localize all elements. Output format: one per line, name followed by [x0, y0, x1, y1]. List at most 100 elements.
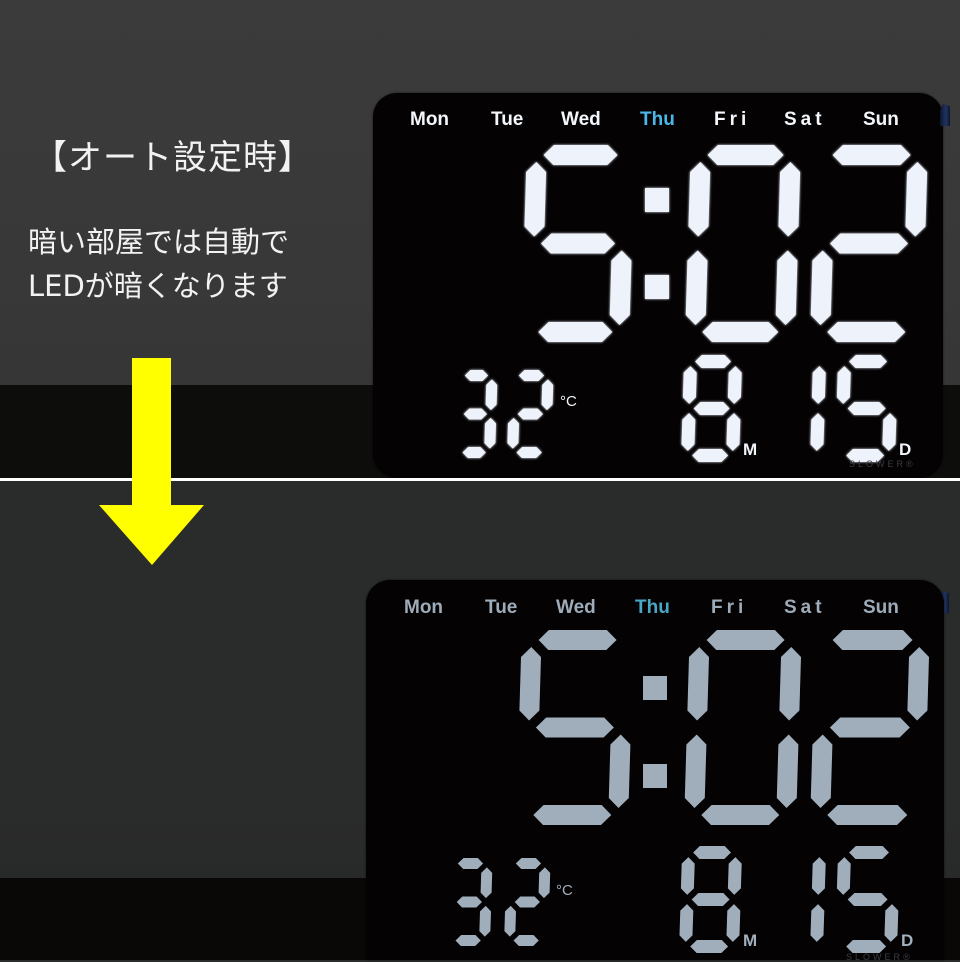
- segment-d: [692, 449, 729, 462]
- colon-dot-upper: [645, 188, 669, 212]
- segment-a: [543, 145, 618, 165]
- segment-g: [535, 717, 614, 738]
- segment-f: [680, 857, 695, 895]
- segment-g: [517, 408, 543, 420]
- day-unit: D: [899, 440, 912, 459]
- temperature-digit: [504, 858, 551, 946]
- day-digit: [836, 846, 899, 953]
- segment-a: [695, 355, 731, 368]
- segment-e: [681, 413, 696, 451]
- segment-a: [707, 145, 784, 165]
- segment-d: [533, 805, 612, 825]
- segment-d: [513, 935, 539, 946]
- segment-e: [507, 417, 519, 449]
- segment-c: [776, 734, 799, 808]
- segment-a: [518, 370, 545, 381]
- colon-dot-lower: [645, 275, 669, 299]
- colon-dot-upper: [643, 676, 667, 700]
- caption-line: 暗い部屋では自動で: [28, 225, 290, 259]
- segment-e: [810, 734, 833, 808]
- segment-c: [810, 904, 825, 942]
- month-digit: [681, 355, 742, 462]
- segment-e: [504, 905, 516, 937]
- colon-dot-lower: [643, 764, 667, 788]
- segment-e: [679, 904, 694, 942]
- segment-c: [726, 904, 741, 942]
- segment-g: [693, 402, 730, 415]
- month-unit: M: [743, 931, 758, 950]
- segment-f: [682, 366, 697, 404]
- hour-digit: [524, 145, 632, 342]
- minute-digit: [684, 630, 801, 825]
- segment-d: [827, 805, 908, 825]
- brand-logo: SLOWER®: [846, 952, 913, 962]
- hour-digit: [519, 630, 631, 825]
- minute-digit: [685, 145, 801, 342]
- segment-b: [905, 162, 928, 237]
- led-clock-dimmed: Mon Tue Wed Thu Fri Sat Sun °C M D SLOWER®: [366, 580, 944, 962]
- segment-c: [884, 904, 899, 942]
- segment-d: [538, 322, 613, 342]
- month-digit: [679, 846, 742, 953]
- segment-e: [810, 250, 833, 325]
- segment-c: [775, 250, 798, 325]
- segment-a: [849, 355, 887, 368]
- segment-b: [480, 867, 493, 899]
- segment-e: [685, 250, 708, 325]
- segment-b: [811, 366, 826, 404]
- segment-a: [464, 370, 489, 381]
- segment-a: [849, 846, 889, 859]
- segment-g: [847, 893, 888, 906]
- day-digit: [810, 366, 826, 451]
- panel-before: 【オート設定時】 暗い部屋では自動で LEDが暗くなります Mon Tue Wed T…: [0, 0, 960, 478]
- segment-g: [463, 408, 487, 420]
- caption-line: LEDが暗くなります: [28, 269, 288, 303]
- segment-c: [882, 413, 897, 451]
- segment-g: [514, 896, 540, 908]
- segment-d: [516, 447, 542, 458]
- month-unit: M: [743, 440, 758, 459]
- segment-g: [456, 896, 482, 908]
- segment-f: [688, 162, 711, 237]
- segment-b: [778, 162, 801, 237]
- segment-c: [608, 734, 631, 808]
- segment-d: [455, 935, 481, 946]
- segment-c: [726, 413, 741, 451]
- segment-f: [519, 647, 541, 721]
- segment-d: [690, 940, 729, 953]
- caption-heading: 【オート設定時】: [33, 138, 313, 178]
- segment-a: [706, 630, 785, 650]
- temperature-digit: [455, 858, 493, 946]
- segment-a: [693, 846, 731, 859]
- segment-a: [515, 858, 542, 869]
- temperature-digit: [462, 370, 498, 458]
- segment-d: [702, 322, 779, 342]
- minute-digit: [810, 630, 929, 825]
- segment-f: [836, 366, 851, 404]
- day-digit: [836, 355, 897, 462]
- segment-d: [701, 805, 780, 825]
- segment-display: [462, 145, 928, 462]
- segment-f: [687, 647, 709, 721]
- segment-d: [827, 322, 906, 342]
- segment-b: [538, 867, 551, 899]
- segment-g: [541, 233, 615, 254]
- temperature-unit: °C: [560, 393, 577, 410]
- segment-c: [479, 905, 491, 937]
- segment-b: [727, 366, 742, 404]
- segment-c: [810, 413, 825, 451]
- segment-e: [684, 734, 707, 808]
- segment-b: [811, 857, 826, 895]
- led-clock-bright: Mon Tue Wed Thu Fri Sat Sun °C M D SLOWER®: [373, 93, 943, 478]
- day-digit: [810, 857, 826, 942]
- segment-b: [485, 379, 498, 411]
- segment-c: [484, 417, 496, 449]
- segment-g: [829, 717, 910, 738]
- segment-a: [457, 858, 484, 869]
- segment-b: [541, 379, 554, 411]
- temperature-digit: [507, 370, 554, 458]
- segment-g: [830, 233, 908, 254]
- segment-f: [524, 162, 547, 237]
- segment-b: [907, 647, 929, 721]
- segment-g: [847, 402, 886, 415]
